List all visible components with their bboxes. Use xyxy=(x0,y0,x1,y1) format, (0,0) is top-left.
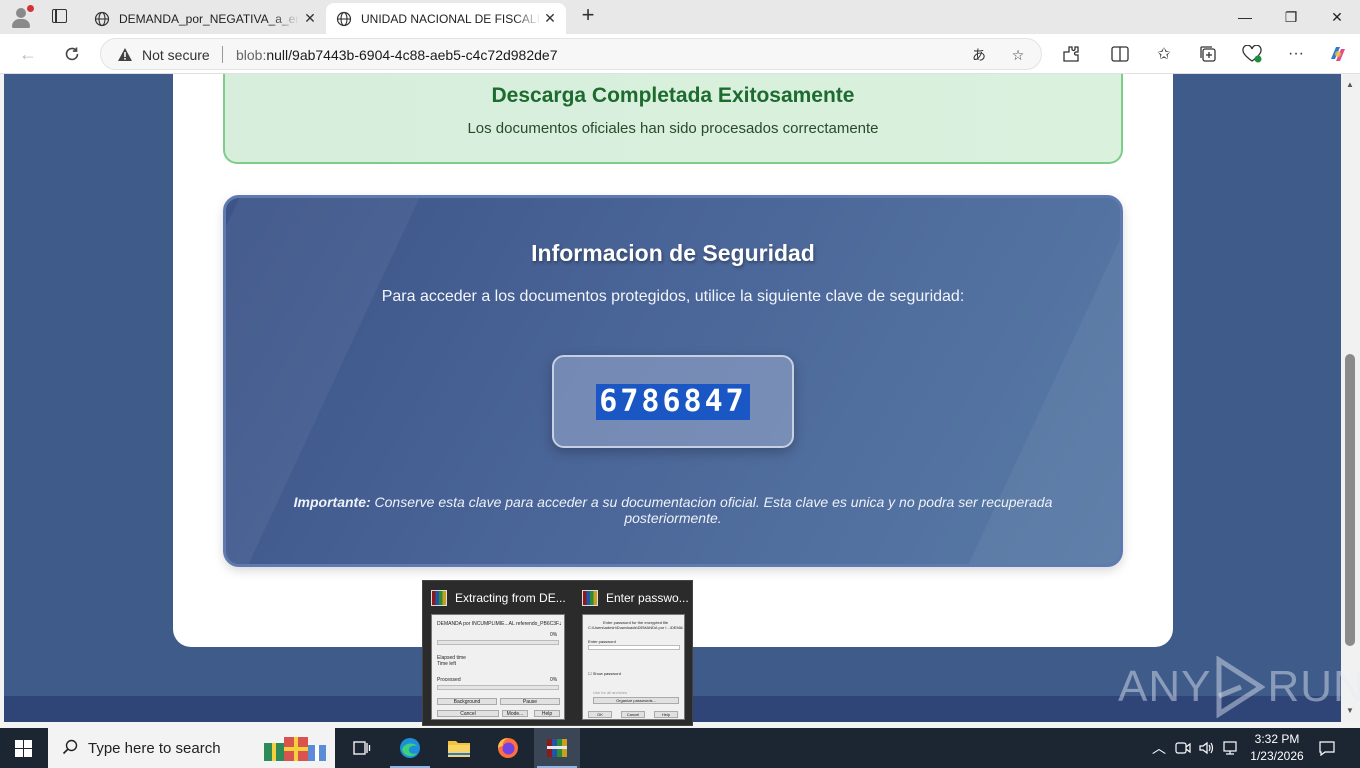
winrar-icon xyxy=(582,590,598,606)
content-card: Descarga Completada Exitosamente Los doc… xyxy=(173,74,1173,647)
search-icon xyxy=(62,739,78,755)
close-window-icon[interactable]: ✕ xyxy=(1314,0,1360,34)
taskbar-search-box[interactable]: Type here to search xyxy=(48,728,335,768)
windows-taskbar: Type here to search ︿ 3:32 PM 1/23/2026 xyxy=(0,728,1360,768)
volume-icon[interactable] xyxy=(1198,728,1216,768)
windows-start-icon[interactable] xyxy=(15,740,32,757)
password-preview: Enter password for the encrypted file C:… xyxy=(582,614,685,720)
new-tab-icon[interactable]: + xyxy=(577,4,599,27)
favorite-star-icon[interactable]: ☆ xyxy=(1008,45,1028,65)
system-clock[interactable]: 3:32 PM 1/23/2026 xyxy=(1242,731,1312,765)
close-tab-icon[interactable]: ✕ xyxy=(542,10,558,26)
security-key-box[interactable]: 6786847 xyxy=(552,355,794,448)
back-icon[interactable]: ← xyxy=(14,40,42,68)
taskbar-thumbnail-popup: Extracting from DE... DEMANDA por INCUMP… xyxy=(422,580,693,726)
browser-toolbar: ← Not secure blob:null/9ab7443b-6904-4c8… xyxy=(0,34,1360,74)
tab-actions-icon[interactable] xyxy=(52,9,67,23)
search-placeholder: Type here to search xyxy=(88,740,221,757)
security-intro: Para acceder a los documentos protegidos… xyxy=(381,288,965,305)
tab-demanda[interactable]: DEMANDA_por_NEGATIVA_a_entr ✕ xyxy=(84,3,326,34)
favorites-icon[interactable]: ✩ xyxy=(1154,44,1174,64)
reload-icon[interactable] xyxy=(58,40,86,68)
not-secure-label[interactable]: Not secure xyxy=(142,47,210,63)
security-title: Informacion de Seguridad xyxy=(531,240,815,266)
winrar-icon xyxy=(431,590,447,606)
url-text[interactable]: blob:null/9ab7443b-6904-4c88-aeb5-c4c72d… xyxy=(236,47,558,63)
scroll-up-icon[interactable]: ▲ xyxy=(1346,80,1354,89)
tab-title: DEMANDA_por_NEGATIVA_a_entr xyxy=(119,11,299,26)
globe-icon xyxy=(336,11,352,26)
meet-now-icon[interactable] xyxy=(1175,728,1191,768)
edge-taskbar-icon[interactable] xyxy=(387,728,433,768)
restore-icon[interactable]: ❐ xyxy=(1268,0,1314,34)
tab-title: UNIDAD NACIONAL DE FISCALIAS xyxy=(361,11,541,26)
thumbnail-enter-password[interactable]: Enter passwo... Enter password for the e… xyxy=(574,581,709,727)
success-banner: Descarga Completada Exitosamente Los doc… xyxy=(223,74,1123,164)
minimize-icon[interactable]: — xyxy=(1222,0,1268,34)
success-subtitle: Los documentos oficiales han sido proces… xyxy=(467,120,879,137)
globe-icon xyxy=(94,11,110,26)
read-aloud-icon[interactable]: あ xyxy=(969,45,989,65)
winrar-taskbar-icon[interactable] xyxy=(534,728,580,768)
watermark-right: RUN xyxy=(1267,662,1360,711)
more-options-icon[interactable]: ··· xyxy=(1286,44,1306,64)
notifications-icon[interactable] xyxy=(1318,728,1336,768)
gift-boxes-icon xyxy=(264,737,326,761)
browser-essentials-icon[interactable] xyxy=(1242,44,1262,64)
browser-titlebar: DEMANDA_por_NEGATIVA_a_entr ✕ UNIDAD NAC… xyxy=(0,0,1360,34)
thumbnail-extracting[interactable]: Extracting from DE... DEMANDA por INCUMP… xyxy=(423,581,566,727)
collections-icon[interactable] xyxy=(1198,44,1218,64)
show-hidden-icons[interactable]: ︿ xyxy=(1152,728,1166,768)
security-key[interactable]: 6786847 xyxy=(596,383,750,420)
scroll-thumb[interactable] xyxy=(1345,354,1355,646)
play-logo-icon xyxy=(1216,656,1266,718)
firefox-icon[interactable] xyxy=(485,728,531,768)
network-icon[interactable] xyxy=(1222,728,1240,768)
address-bar[interactable]: Not secure blob:null/9ab7443b-6904-4c88-… xyxy=(100,38,1042,70)
page-scrollbar[interactable]: ▲ ▼ xyxy=(1341,74,1360,722)
extracting-preview: DEMANDA por INCUMPLIMIE...AL referendo_P… xyxy=(431,614,565,720)
success-title: Descarga Completada Exitosamente xyxy=(491,84,855,107)
warning-icon[interactable] xyxy=(117,47,133,62)
file-explorer-icon[interactable] xyxy=(436,728,482,768)
security-info-panel: Informacion de Seguridad Para acceder a … xyxy=(223,195,1123,567)
important-note: Importante: Conserve esta clave para acc… xyxy=(286,494,1060,526)
split-screen-icon[interactable] xyxy=(1110,44,1130,64)
note-label: Importante: xyxy=(293,494,371,510)
task-view-icon[interactable] xyxy=(338,728,384,768)
close-tab-icon[interactable]: ✕ xyxy=(302,10,318,26)
watermark-left: ANY xyxy=(1118,662,1212,711)
clock-time: 3:32 PM xyxy=(1254,732,1300,746)
note-text: Conserve esta clave para acceder a su do… xyxy=(374,494,1053,526)
clock-date: 1/23/2026 xyxy=(1250,749,1304,763)
extensions-icon[interactable] xyxy=(1061,44,1081,64)
copilot-icon[interactable] xyxy=(1328,44,1348,64)
tab-unidad-nacional[interactable]: UNIDAD NACIONAL DE FISCALIAS ✕ xyxy=(326,3,566,34)
anyrun-watermark: ANY RUN xyxy=(1118,656,1360,718)
profile-avatar-icon[interactable] xyxy=(10,5,34,29)
